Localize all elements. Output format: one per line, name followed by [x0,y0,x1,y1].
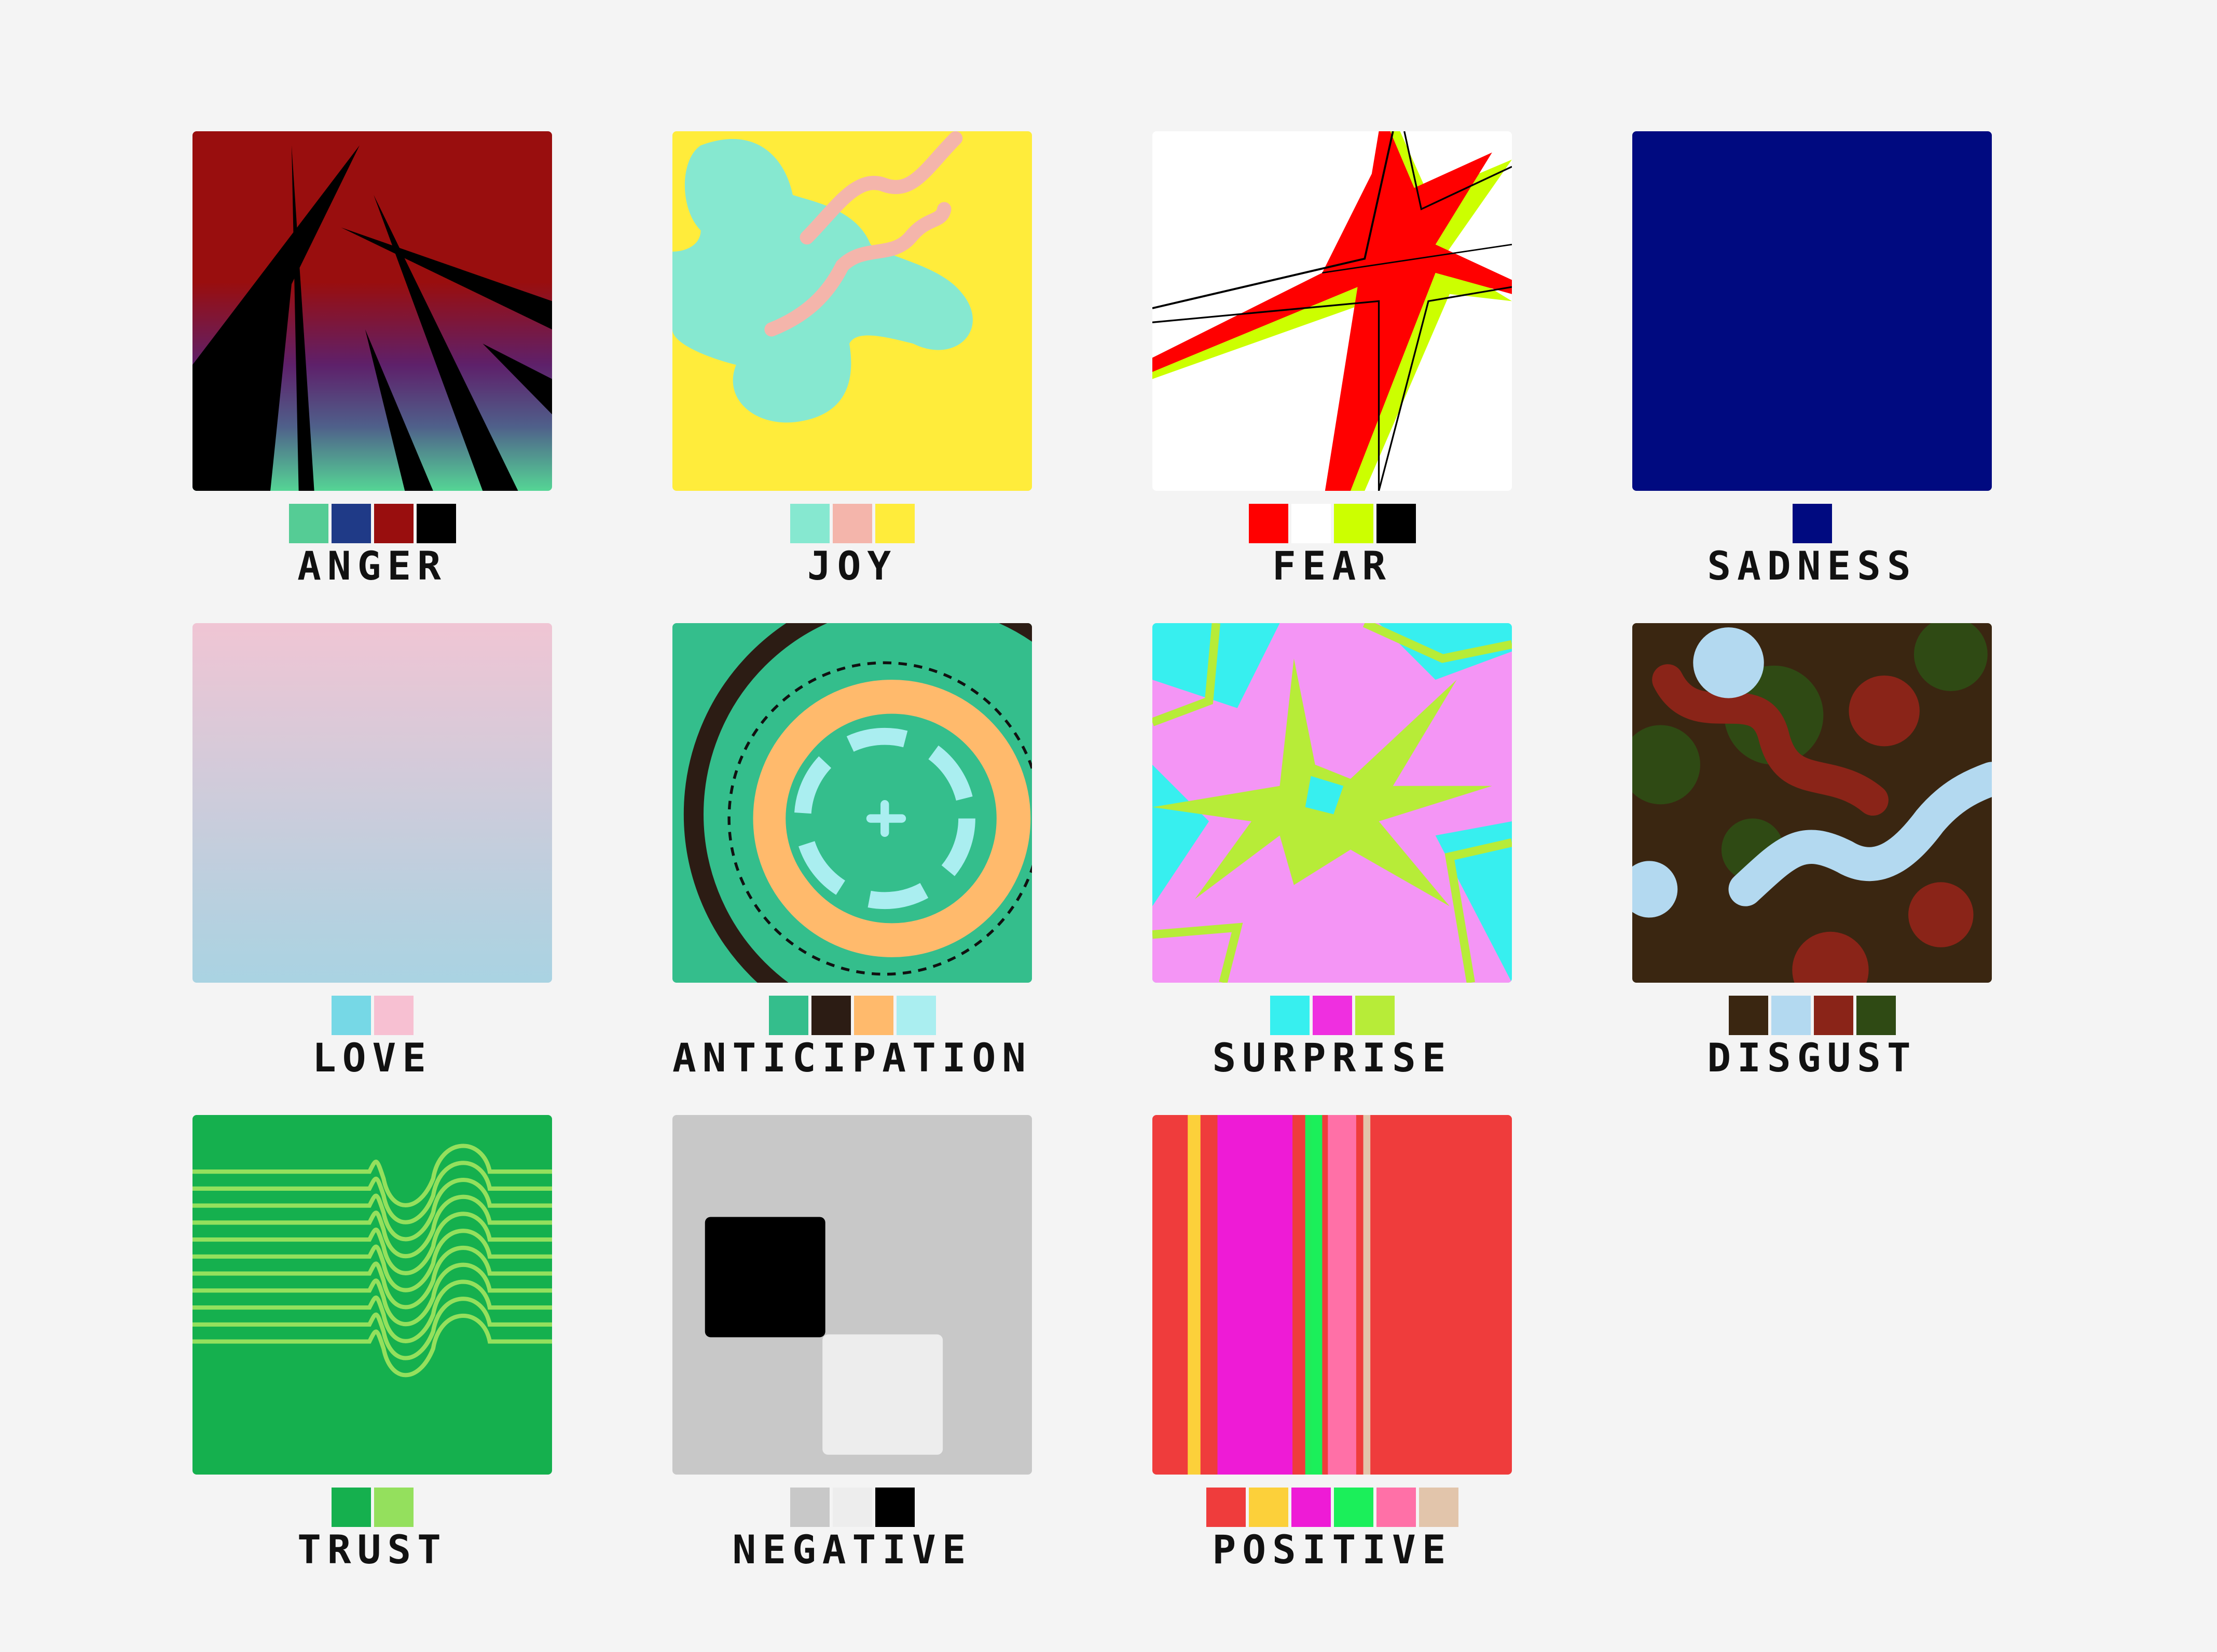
palette-swatch [1291,1488,1331,1527]
palette-swatch [1856,996,1896,1035]
emotion-card-love: LOVE [192,623,552,1078]
palette-swatch [1206,1488,1246,1527]
emotion-label-negative: NEGATIVE [732,1526,972,1573]
fear-artwork [1152,131,1512,491]
love-artwork [192,623,552,983]
palette-swatch [1376,504,1416,543]
emotion-label-love: LOVE [312,1035,433,1081]
fear-palette [1152,504,1512,543]
emotion-grid: ANGER JOY FEAR SADNESS LOVE ANTICIPATION… [192,131,1992,1570]
positive-artwork [1152,1115,1512,1475]
emotion-label-surprise: SURPRISE [1212,1035,1452,1081]
love-palette [192,996,552,1035]
palette-swatch [832,1488,872,1527]
palette-swatch [331,1488,371,1527]
disgust-palette [1632,996,1992,1035]
surprise-artwork [1152,623,1512,983]
sadness-artwork [1632,131,1992,491]
palette-swatch [1355,996,1395,1035]
emotion-card-sadness: SADNESS [1632,131,1992,586]
anger-artwork [192,131,552,491]
trust-palette [192,1488,552,1527]
palette-swatch [1376,1488,1416,1527]
emotion-label-positive: POSITIVE [1212,1526,1452,1573]
emotion-card-anger: ANGER [192,131,552,586]
palette-swatch [811,996,851,1035]
palette-swatch [875,1488,915,1527]
disgust-artwork [1632,623,1992,983]
positive-palette [1152,1488,1512,1527]
palette-swatch [374,996,414,1035]
palette-swatch [1771,996,1811,1035]
anticipation-artwork [672,623,1032,983]
palette-swatch [1333,1488,1373,1527]
palette-swatch [1792,504,1832,543]
emotion-card-disgust: DISGUST [1632,623,1992,1078]
emotion-card-joy: JOY [672,131,1032,586]
palette-swatch [1813,996,1853,1035]
negative-artwork [672,1115,1032,1475]
anticipation-palette [672,996,1032,1035]
emotion-card-fear: FEAR [1152,131,1512,586]
palette-swatch [1248,1488,1288,1527]
emotion-label-fear: FEAR [1272,543,1393,589]
emotion-card-anticipation: ANTICIPATION [672,623,1032,1078]
emotion-label-joy: JOY [807,543,898,589]
palette-swatch [331,504,371,543]
emotion-card-positive: POSITIVE [1152,1115,1512,1570]
palette-swatch [853,996,893,1035]
palette-swatch [1270,996,1310,1035]
palette-swatch [331,996,371,1035]
emotion-label-sadness: SADNESS [1707,543,1917,589]
palette-swatch [374,504,414,543]
palette-swatch [896,996,936,1035]
anger-palette [192,504,552,543]
joy-palette [672,504,1032,543]
emotion-card-trust: TRUST [192,1115,552,1570]
emotion-card-surprise: SURPRISE [1152,623,1512,1078]
palette-swatch [768,996,808,1035]
palette-swatch [1312,996,1352,1035]
sadness-palette [1632,504,1992,543]
emotion-label-disgust: DISGUST [1707,1035,1917,1081]
palette-swatch [1291,504,1331,543]
emotion-label-trust: TRUST [297,1526,447,1573]
emotion-label-anger: ANGER [297,543,447,589]
negative-palette [672,1488,1032,1527]
palette-swatch [1333,504,1373,543]
surprise-palette [1152,996,1512,1035]
joy-artwork [672,131,1032,491]
palette-swatch [1419,1488,1458,1527]
palette-swatch [1248,504,1288,543]
palette-swatch [416,504,456,543]
emotion-label-anticipation: ANTICIPATION [672,1035,1032,1081]
palette-swatch [288,504,328,543]
trust-artwork [192,1115,552,1475]
emotion-card-negative: NEGATIVE [672,1115,1032,1570]
palette-swatch [875,504,915,543]
palette-swatch [374,1488,414,1527]
palette-swatch [790,1488,830,1527]
palette-swatch [832,504,872,543]
palette-swatch [1728,996,1768,1035]
palette-swatch [790,504,830,543]
